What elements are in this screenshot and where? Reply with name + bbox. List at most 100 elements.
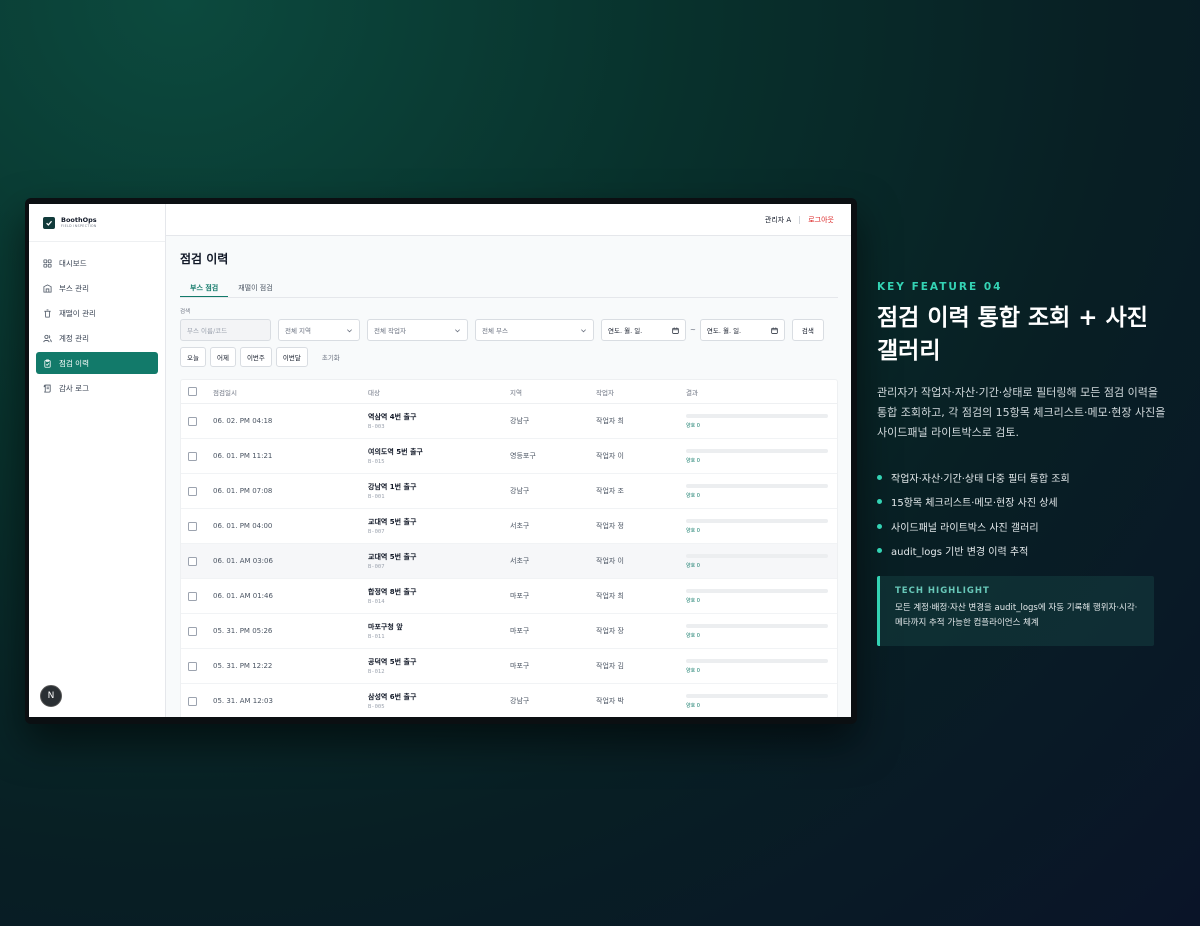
row-region: 마포구 (510, 627, 530, 635)
worker-select[interactable]: 전체 작업자 (367, 319, 468, 341)
table-body: 06. 02. PM 04:18 역삼역 4번 출구 B-003 강남구 작업자 최 양호… (181, 404, 837, 717)
building-icon (43, 283, 52, 293)
row-region: 강남구 (510, 487, 530, 495)
row-checkbox[interactable] (188, 696, 197, 706)
date-from-input[interactable]: 연도. 월. 일. (601, 319, 686, 341)
brand-name: BoothOps (61, 216, 97, 225)
row-worker: 작업자 조 (596, 487, 624, 495)
reset-button[interactable]: 초기화 (322, 352, 340, 362)
booth-search-input[interactable]: 부스 이름/코드 (180, 319, 271, 341)
select-all-checkbox[interactable] (188, 387, 197, 396)
row-date: 06. 02. PM 04:18 (213, 417, 273, 425)
row-target-name: 교대역 5번 출구 (368, 518, 417, 526)
row-region: 강남구 (510, 417, 530, 425)
date-range-separator: ~ (690, 326, 696, 334)
result-progress-bar (686, 658, 828, 663)
row-checkbox[interactable] (188, 416, 197, 426)
row-result: 양호 0 (686, 623, 837, 639)
main-area: 관리자 A 로그아웃 점검 이력 부스 점검 재떨이 점검 검색 부스 이름/코… (166, 204, 851, 717)
row-date: 06. 01. PM 07:08 (213, 487, 273, 495)
table-row[interactable]: 06. 01. PM 04:00 교대역 5번 출구 B-007 서초구 작업자 정 양호… (181, 509, 837, 544)
quick-this-week-button[interactable]: 이번주 (239, 347, 272, 367)
row-checkbox[interactable] (188, 451, 197, 461)
table-row[interactable]: 06. 02. PM 04:18 역삼역 4번 출구 B-003 강남구 작업자 최 양호… (181, 404, 837, 439)
result-progress-bar (686, 518, 828, 523)
table-row[interactable]: 05. 31. AM 12:03 삼성역 6번 출구 B-005 강남구 작업자 박 양호… (181, 684, 837, 717)
row-target: 공덕역 5번 출구 B-012 (368, 657, 510, 675)
sidebar-item-inspection-history[interactable]: 점검 이력 (36, 352, 158, 374)
sidebar-item-ashtrays[interactable]: 재떨이 관리 (36, 302, 158, 324)
row-region: 서초구 (510, 522, 530, 530)
search-label: 검색 (180, 309, 191, 315)
table-row[interactable]: 05. 31. PM 12:22 공덕역 5번 출구 B-012 마포구 작업자 김 양호… (181, 649, 837, 684)
quick-range-row: 오늘 어제 이번주 이번달 초기화 (180, 347, 838, 367)
row-result-text: 양호 0 (686, 527, 700, 534)
sidebar-item-audit-log[interactable]: 감사 로그 (36, 377, 158, 399)
region-select[interactable]: 전체 지역 (278, 319, 360, 341)
bullet-dot-icon (877, 548, 882, 554)
row-target: 강남역 1번 출구 B-001 (368, 482, 510, 500)
chevron-down-icon (581, 328, 586, 332)
row-checkbox[interactable] (188, 486, 197, 496)
bullet-dot-icon (877, 474, 882, 480)
column-header-result[interactable]: 결과 (686, 387, 837, 397)
row-checkbox[interactable] (188, 521, 197, 531)
row-target-name: 강남역 1번 출구 (368, 483, 417, 491)
feature-bullet: 작업자·자산·기간·상태 다중 필터 통합 조회 (877, 465, 1070, 490)
quick-today-button[interactable]: 오늘 (180, 347, 206, 367)
row-result-text: 양호 0 (686, 457, 700, 464)
row-worker: 작업자 박 (596, 697, 624, 705)
result-progress-bar (686, 448, 828, 453)
row-region: 마포구 (510, 662, 530, 670)
row-result-text: 양호 0 (686, 632, 700, 639)
sidebar-item-dashboard[interactable]: 대시보드 (36, 252, 158, 274)
trash-icon (44, 308, 51, 318)
column-header-worker[interactable]: 작업자 (596, 387, 686, 397)
row-target-code: B-005 (368, 704, 385, 710)
table-row[interactable]: 06. 01. AM 03:06 교대역 5번 출구 B-007 서초구 작업자 이 양호… (181, 544, 837, 579)
column-header-target[interactable]: 대상 (368, 387, 510, 397)
row-date: 06. 01. PM 04:00 (213, 522, 273, 530)
quick-this-month-button[interactable]: 이번달 (275, 347, 308, 367)
row-result: 양호 0 (686, 693, 837, 709)
row-target: 여의도역 5번 출구 B-015 (368, 447, 510, 465)
row-checkbox[interactable] (188, 661, 197, 671)
row-date: 05. 31. PM 05:26 (213, 627, 273, 635)
result-progress-bar (686, 588, 828, 593)
column-header-region[interactable]: 지역 (510, 387, 596, 397)
row-checkbox[interactable] (188, 556, 197, 566)
brand[interactable]: BoothOps FIELD INSPECTION (29, 204, 165, 242)
booth-select[interactable]: 전체 부스 (475, 319, 594, 341)
logout-button[interactable]: 로그아웃 (808, 215, 834, 225)
bullet-dot-icon (877, 499, 882, 505)
row-target: 교대역 5번 출구 B-007 (368, 517, 510, 535)
row-target-name: 마포구청 앞 (368, 623, 403, 631)
bullet-dot-icon (877, 523, 882, 529)
result-progress-bar (686, 553, 828, 558)
table-row[interactable]: 06. 01. AM 01:46 합정역 8번 출구 B-014 마포구 작업자 최 양호… (181, 579, 837, 614)
table-row[interactable]: 06. 01. PM 07:08 강남역 1번 출구 B-001 강남구 작업자 조 양호… (181, 474, 837, 509)
table-row[interactable]: 06. 01. PM 11:21 여의도역 5번 출구 B-015 영등포구 작업자 이… (181, 439, 837, 474)
row-target: 역삼역 4번 출구 B-003 (368, 412, 510, 430)
framework-badge[interactable]: N (40, 685, 62, 707)
clipboard-check-icon (44, 358, 51, 368)
table-row[interactable]: 05. 31. PM 05:26 마포구청 앞 B-011 마포구 작업자 장 양호 0 (181, 614, 837, 649)
row-checkbox[interactable] (188, 591, 197, 601)
row-date: 05. 31. AM 12:03 (213, 697, 273, 705)
tab-ashtray-inspection[interactable]: 재떨이 점검 (228, 281, 282, 297)
sidebar-item-accounts[interactable]: 계정 관리 (36, 327, 158, 349)
tab-booth-inspection[interactable]: 부스 점검 (180, 281, 229, 297)
tech-highlight-box: TECH HIGHLIGHT 모든 계정·배정·자산 변경을 audit_log… (877, 576, 1154, 646)
sidebar-item-booths[interactable]: 부스 관리 (36, 277, 158, 299)
row-target-name: 공덕역 5번 출구 (368, 658, 417, 666)
column-header-date[interactable]: 점검일시 (213, 387, 368, 397)
row-target: 합정역 8번 출구 B-014 (368, 587, 510, 605)
feature-kicker: KEY FEATURE 04 (877, 281, 1003, 293)
date-to-input[interactable]: 연도. 월. 일. (699, 319, 785, 341)
quick-yesterday-button[interactable]: 어제 (209, 347, 236, 367)
search-button[interactable]: 검색 (791, 319, 824, 341)
row-result-text: 양호 0 (686, 702, 700, 709)
row-target-code: B-014 (368, 599, 385, 605)
row-worker: 작업자 이 (596, 452, 624, 460)
row-checkbox[interactable] (188, 626, 197, 636)
